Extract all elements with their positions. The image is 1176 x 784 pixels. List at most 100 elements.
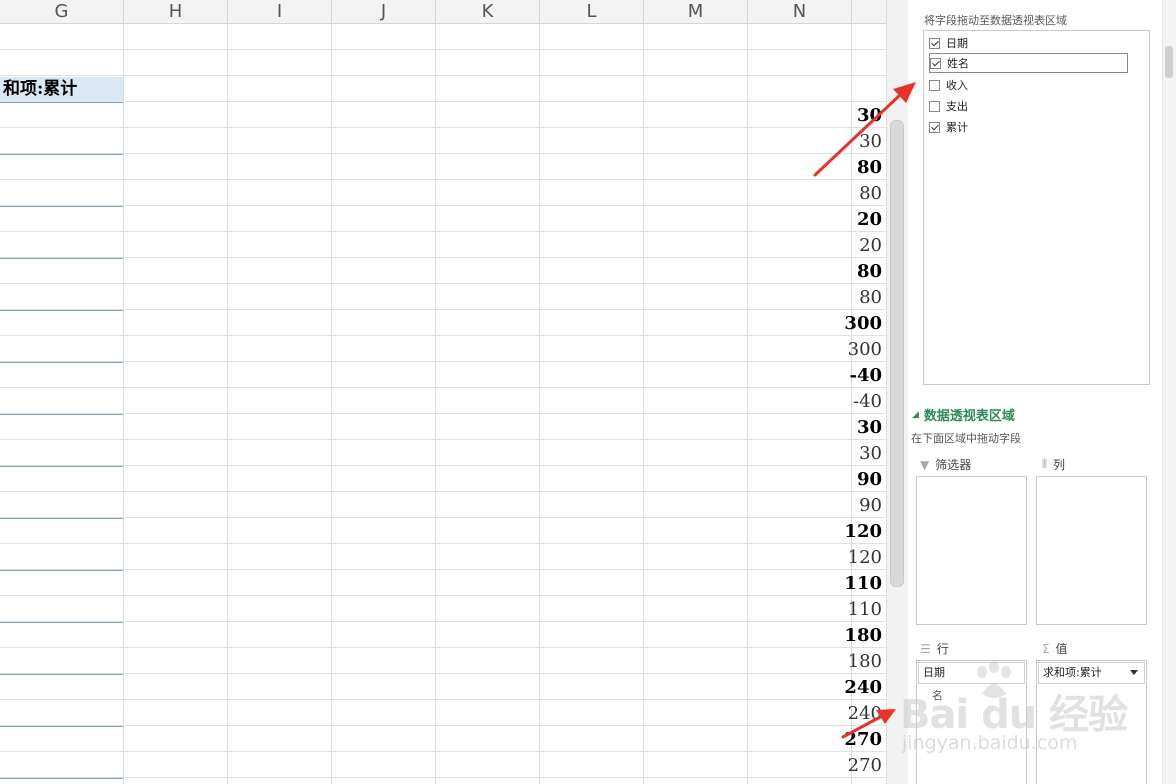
pivot-subtotal-cell[interactable]: 300	[763, 310, 886, 336]
pivot-value-cell[interactable]: 90	[763, 492, 886, 518]
pivot-areas-section-title[interactable]: ◢ 数据透视表区域	[912, 405, 1015, 424]
columns-drop-zone[interactable]	[1036, 476, 1147, 625]
field-checkbox-income[interactable]	[929, 79, 940, 91]
pivot-value-cell[interactable]: 300	[763, 336, 886, 362]
pivot-group-border	[0, 102, 123, 103]
pivot-value-cell[interactable]: 30	[763, 440, 886, 466]
pivot-subtotal-cell[interactable]: 120	[763, 518, 886, 544]
columns-area-text: 列	[1053, 458, 1066, 472]
column-header-l[interactable]: L	[540, 0, 644, 23]
sheet-vertical-scrollbar[interactable]	[886, 0, 908, 784]
column-header-j[interactable]: J	[332, 0, 436, 23]
field-item-name[interactable]: 姓名	[929, 53, 1128, 73]
row-gridline	[0, 335, 886, 336]
pivot-field-panel: 将字段拖动至数据透视表区域 日期 姓名 收入 支出 累计 ◢ 数据透视表区域 在…	[908, 0, 1176, 784]
column-header-n[interactable]: N	[748, 0, 852, 23]
areas-hint: 在下面区域中拖动字段	[911, 432, 1021, 445]
column-gridline	[747, 23, 748, 784]
pivot-value-cell[interactable]: 30	[763, 128, 886, 154]
pivot-value-cell[interactable]: 80	[763, 284, 886, 310]
sheet-scroll-thumb[interactable]	[890, 120, 904, 587]
pivot-subtotal-cell[interactable]: 240	[763, 674, 886, 700]
pivot-subtotal-cell[interactable]: 180	[763, 622, 886, 648]
pivot-group-border	[0, 726, 123, 727]
pivot-subtotal-cell[interactable]: 90	[763, 466, 886, 492]
spreadsheet-grid[interactable]: G H I J K L M N 和项:累计 30 30 80 80 20 20 80 80 30…	[0, 0, 886, 784]
row-gridline	[0, 205, 886, 206]
field-item-income[interactable]: 收入	[929, 75, 968, 95]
pivot-group-border	[0, 518, 123, 519]
column-header-h[interactable]: H	[124, 0, 228, 23]
field-item-date[interactable]: 日期	[929, 33, 968, 53]
pivot-subtotal-cell[interactable]: 80	[763, 258, 886, 284]
row-gridline	[0, 465, 886, 466]
pivot-group-border	[0, 674, 123, 675]
values-area-label: Σ 值	[1042, 640, 1068, 657]
panel-scroll-thumb[interactable]	[1165, 46, 1173, 78]
field-checkbox-expense[interactable]	[929, 100, 940, 112]
column-gridline	[123, 23, 124, 784]
filter-area-text: 筛选器	[935, 458, 972, 472]
pivot-value-cell[interactable]: 270	[763, 752, 886, 778]
pivot-value-cell[interactable]: 120	[763, 544, 886, 570]
field-item-cumulative[interactable]: 累计	[929, 117, 968, 137]
rows-area-text: 行	[936, 642, 949, 656]
field-checkbox-name[interactable]	[930, 57, 941, 69]
column-header-g[interactable]: G	[0, 0, 124, 23]
column-header-i[interactable]: I	[228, 0, 332, 23]
row-gridline	[0, 517, 886, 518]
pivot-subtotal-cell[interactable]: 30	[763, 414, 886, 440]
pivot-subtotal-cell[interactable]: 80	[763, 154, 886, 180]
pivot-value-cell[interactable]: 180	[763, 648, 886, 674]
field-list-hint: 将字段拖动至数据透视表区域	[924, 14, 1067, 27]
rows-item-date[interactable]: 日期	[918, 662, 1025, 684]
pivot-subtotal-cell[interactable]: 110	[763, 570, 886, 596]
pivot-value-cell[interactable]: -40	[763, 388, 886, 414]
row-gridline	[0, 491, 886, 492]
row-gridline	[0, 725, 886, 726]
row-gridline	[0, 127, 886, 128]
row-gridline	[0, 387, 886, 388]
field-checkbox-cumulative[interactable]	[929, 121, 940, 133]
pivot-group-border	[0, 154, 123, 155]
values-drop-zone[interactable]: 求和项:累计	[1036, 660, 1147, 784]
row-gridline	[0, 543, 886, 544]
column-gridline	[643, 23, 644, 784]
pivot-subtotal-cell[interactable]: 270	[763, 726, 886, 752]
pivot-value-cell[interactable]: 20	[763, 232, 886, 258]
row-gridline	[0, 179, 886, 180]
pivot-value-cell[interactable]: 240	[763, 700, 886, 726]
pivot-value-cell[interactable]: 80	[763, 180, 886, 206]
pivot-subtotal-cell[interactable]: -40	[763, 362, 886, 388]
values-item-label: 求和项:累计	[1043, 666, 1102, 679]
row-gridline	[0, 309, 886, 310]
panel-vertical-scrollbar[interactable]	[1162, 0, 1176, 784]
row-gridline	[0, 283, 886, 284]
row-gridline	[0, 413, 886, 414]
pivot-value-cell[interactable]: 110	[763, 596, 886, 622]
pivot-value-header[interactable]: 和项:累计	[0, 77, 123, 102]
pivot-group-border	[0, 206, 123, 207]
pivot-areas-title-text: 数据透视表区域	[923, 409, 1015, 424]
row-gridline	[0, 361, 886, 362]
field-list[interactable]: 日期 姓名 收入 支出 累计	[923, 30, 1150, 385]
row-gridline	[0, 49, 886, 50]
rows-item-name-dragging[interactable]: 名	[918, 686, 1025, 708]
collapse-triangle-icon[interactable]: ◢	[912, 410, 919, 420]
field-label-cumulative: 累计	[946, 121, 968, 134]
field-checkbox-date[interactable]	[929, 37, 940, 49]
pivot-subtotal-cell[interactable]: 30	[763, 102, 886, 128]
column-header-k[interactable]: K	[436, 0, 540, 23]
dropdown-icon[interactable]	[1130, 670, 1138, 675]
column-gridline	[435, 23, 436, 784]
filter-area-label: ▼ 筛选器	[920, 456, 971, 473]
columns-area-label: ⫴ 列	[1042, 456, 1065, 473]
filter-drop-zone[interactable]	[916, 476, 1027, 625]
field-item-expense[interactable]: 支出	[929, 96, 968, 116]
pivot-subtotal-cell[interactable]: 20	[763, 206, 886, 232]
column-header-m[interactable]: M	[644, 0, 748, 23]
values-item-sum-cumulative[interactable]: 求和项:累计	[1038, 662, 1145, 684]
pivot-group-border	[0, 310, 123, 311]
rows-drop-zone[interactable]: 日期 名	[916, 660, 1027, 784]
row-gridline	[0, 621, 886, 622]
